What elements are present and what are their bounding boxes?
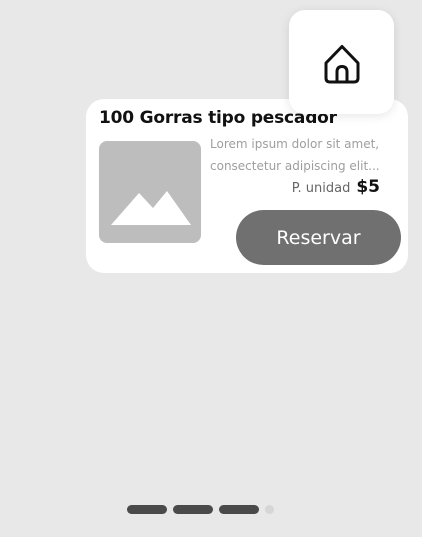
unit-price-value: $5 — [356, 177, 380, 197]
page-indicator-dot[interactable] — [219, 504, 259, 514]
reserve-button[interactable]: Reservar — [236, 210, 401, 265]
image-placeholder-icon — [111, 191, 191, 225]
page-indicator-dot[interactable] — [173, 504, 213, 514]
page-indicator-dot[interactable] — [127, 504, 167, 514]
product-image-placeholder — [99, 141, 201, 243]
product-description-line-2: consectetur adipiscing elit... — [210, 159, 380, 173]
page-indicator-dot[interactable] — [265, 504, 274, 514]
page-indicator — [127, 504, 274, 514]
home-button[interactable] — [289, 10, 394, 114]
product-description: Lorem ipsum dolor sit amet, consectetur … — [210, 133, 402, 177]
unit-price-row: P. unidad $5 — [292, 177, 380, 197]
home-icon — [324, 45, 359, 84]
product-card: 100 Gorras tipo pescador Lorem ipsum dol… — [86, 99, 408, 273]
product-description-line-1: Lorem ipsum dolor sit amet, — [210, 137, 380, 151]
unit-price-label: P. unidad — [291, 181, 351, 196]
